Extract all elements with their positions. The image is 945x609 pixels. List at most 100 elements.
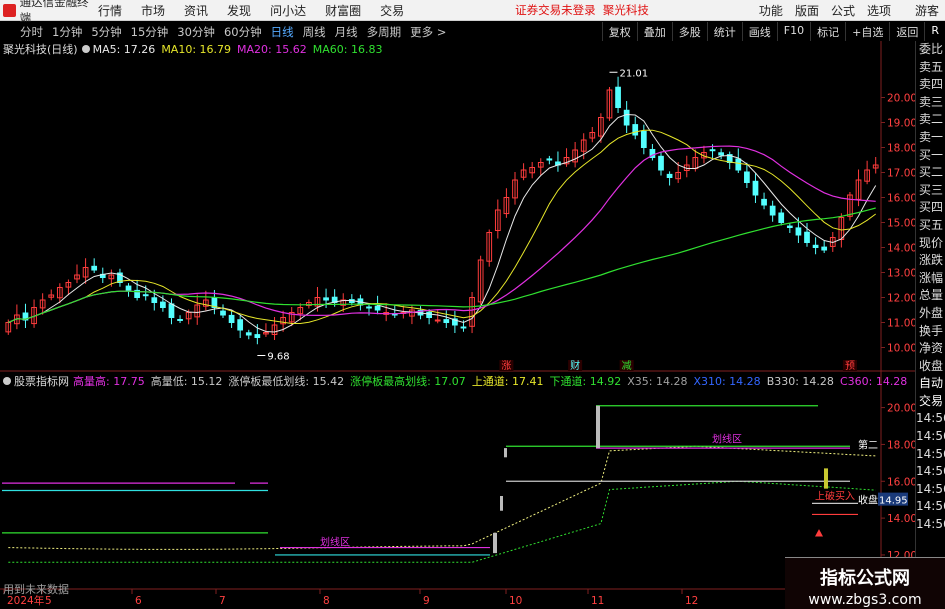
order-book-label[interactable]: 总量 xyxy=(916,287,945,305)
candle-body xyxy=(752,180,759,196)
tongji-button[interactable]: 统计 xyxy=(706,22,742,41)
tab-30min[interactable]: 30分钟 xyxy=(177,24,215,40)
candle-body xyxy=(804,231,810,244)
fuquan-button[interactable]: 复权 xyxy=(601,22,637,41)
candle-body xyxy=(718,152,724,156)
order-book-label[interactable]: 14:56 xyxy=(916,498,945,516)
order-book-label[interactable]: 买三 xyxy=(916,182,945,200)
y-tick-label: 17.00 xyxy=(887,168,915,180)
order-book-label[interactable]: 交易 xyxy=(916,393,945,411)
order-book-label[interactable]: 14:56 xyxy=(916,428,945,446)
order-book-label[interactable]: 14:56 xyxy=(916,516,945,534)
order-book-label[interactable]: 涨跌 xyxy=(916,252,945,270)
tab-15min[interactable]: 15分钟 xyxy=(131,24,169,40)
menu-xuanxiang[interactable]: 选项 xyxy=(867,2,891,19)
order-book-label[interactable]: 14:56 xyxy=(916,481,945,499)
order-book-label[interactable]: 涨幅 xyxy=(916,270,945,288)
x-tick-label: 12 xyxy=(685,595,698,607)
tab-daily[interactable]: 日线 xyxy=(271,24,294,40)
menu-faxian[interactable]: 发现 xyxy=(227,2,251,19)
legend-settings-icon[interactable] xyxy=(81,45,90,53)
sub-legend-item: X35: 14.28 xyxy=(627,374,688,388)
candle-body xyxy=(228,314,235,324)
tab-weekly[interactable]: 周线 xyxy=(303,24,326,40)
candle-body xyxy=(761,198,767,206)
legend-ma60: MA60: 16.83 xyxy=(312,42,383,56)
candle-body xyxy=(666,173,673,178)
tab-5min[interactable]: 5分钟 xyxy=(91,24,121,40)
order-book-label[interactable]: 收盘 xyxy=(916,358,945,376)
candle-body xyxy=(795,227,802,236)
duogu-button[interactable]: 多股 xyxy=(671,22,707,41)
menu-jiaoyi[interactable]: 交易 xyxy=(380,2,404,19)
candle-body xyxy=(632,124,639,136)
y-tick-label: 16.00 xyxy=(887,193,915,205)
tab-60min[interactable]: 60分钟 xyxy=(224,24,262,40)
close-label: 收盘 xyxy=(858,494,878,507)
order-book-label[interactable]: 14:56 xyxy=(916,410,945,428)
order-book-label[interactable]: 现价 xyxy=(916,235,945,253)
tab-more[interactable]: 更多 > xyxy=(410,24,446,40)
order-book-label[interactable]: 卖二 xyxy=(916,111,945,129)
menu-gongneng[interactable]: 功能 xyxy=(759,2,783,19)
sub-settings-icon[interactable] xyxy=(3,377,11,385)
y-tick-label: 13.00 xyxy=(887,268,915,280)
candle-body xyxy=(366,306,372,309)
user-label[interactable]: 游客 xyxy=(915,2,939,19)
candle-body xyxy=(91,265,98,271)
order-book-label[interactable]: 委比 xyxy=(916,41,945,59)
diejia-button[interactable]: 叠加 xyxy=(636,22,672,41)
buy-arrow-icon xyxy=(815,529,823,537)
order-book-label[interactable]: 净资 xyxy=(916,340,945,358)
signal-bar xyxy=(824,468,828,489)
event-tag: 预 xyxy=(845,360,855,372)
menu-shichang[interactable]: 市场 xyxy=(141,2,165,19)
order-book-label[interactable]: 卖五 xyxy=(916,59,945,77)
menu-caifuquan[interactable]: 财富圈 xyxy=(325,2,361,19)
candle-body xyxy=(434,319,441,322)
menu-zixun[interactable]: 资讯 xyxy=(184,2,208,19)
menu-gongshi[interactable]: 公式 xyxy=(831,2,855,19)
order-book-label[interactable]: 14:56 xyxy=(916,463,945,481)
back-button[interactable]: 返回 xyxy=(889,22,924,41)
tab-fenshi[interactable]: 分时 xyxy=(20,24,43,40)
sub-legend-item: 下通道: 14.92 xyxy=(549,375,622,388)
order-book-label[interactable]: 买五 xyxy=(916,217,945,235)
sub-legend-item: 高量低: 15.12 xyxy=(150,375,223,388)
menu-wenxiaoda[interactable]: 问小达 xyxy=(270,2,306,19)
order-book-label[interactable]: 自动 xyxy=(916,375,945,393)
sub-legend-item: 上通道: 17.41 xyxy=(471,375,544,388)
login-alert[interactable]: 证券交易未登录 聚光科技 xyxy=(515,2,649,18)
alert-text: 证券交易未登录 xyxy=(515,3,596,17)
signal-bar xyxy=(504,448,507,458)
current-price-label: 14.95 xyxy=(879,496,908,507)
order-book-label[interactable]: 卖四 xyxy=(916,76,945,94)
order-book-label[interactable]: 换手 xyxy=(916,323,945,341)
menu-hangqing[interactable]: 行情 xyxy=(98,2,122,19)
biaoji-button[interactable]: 标记 xyxy=(810,22,845,41)
tab-1min[interactable]: 1分钟 xyxy=(52,24,82,40)
order-book-label[interactable]: 卖一 xyxy=(916,129,945,147)
order-book-label[interactable]: 14:56 xyxy=(916,446,945,464)
huaxian-button[interactable]: 画线 xyxy=(741,22,777,41)
order-book-label[interactable]: 卖三 xyxy=(916,94,945,112)
top-right-menu: 功能 版面 公式 选项 游客 xyxy=(753,0,945,20)
lower-channel-line xyxy=(8,480,876,563)
candle-body xyxy=(443,319,450,323)
order-book-label[interactable]: 买二 xyxy=(916,164,945,182)
order-book-label[interactable]: 买一 xyxy=(916,147,945,165)
candle-body xyxy=(142,294,149,297)
f10-button[interactable]: F10 xyxy=(776,22,810,41)
add-watch-button[interactable]: +自选 xyxy=(845,22,889,41)
tab-monthly[interactable]: 月线 xyxy=(335,24,358,40)
order-book-label[interactable]: 外盘 xyxy=(916,305,945,323)
r-icon[interactable]: R xyxy=(924,22,945,41)
main-menu: 行情 市场 资讯 发现 问小达 财富圈 交易 xyxy=(98,2,423,19)
menu-banmian[interactable]: 版面 xyxy=(795,2,819,19)
chart-area[interactable]: 20.00 19.00 18.00 17.00 16.00 15.00 14.00 13.00… xyxy=(0,41,917,609)
y-tick-label: 16.00 xyxy=(887,476,915,488)
sub-legend-item: 高量高: 17.75 xyxy=(73,375,145,388)
x-tick-label: 11 xyxy=(591,595,604,607)
tab-multi[interactable]: 多周期 xyxy=(367,24,402,40)
order-book-label[interactable]: 买四 xyxy=(916,199,945,217)
